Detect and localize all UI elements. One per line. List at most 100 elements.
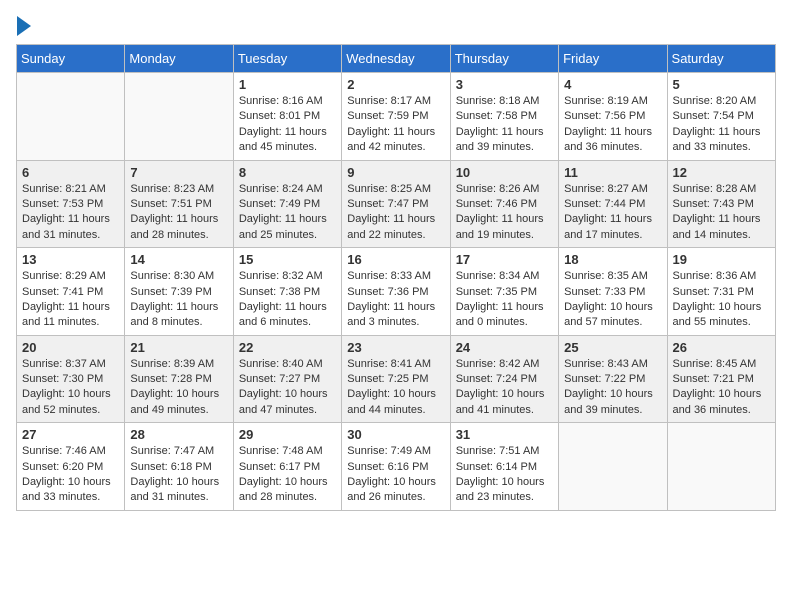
day-number: 24 — [456, 340, 553, 355]
calendar-cell: 31 Sunrise: 7:51 AM Sunset: 6:14 PM Dayli… — [450, 423, 558, 511]
calendar-cell: 27 Sunrise: 7:46 AM Sunset: 6:20 PM Dayli… — [17, 423, 125, 511]
day-info: Sunrise: 7:46 AM Sunset: 6:20 PM Dayligh… — [22, 444, 119, 506]
day-number: 13 — [22, 252, 119, 267]
day-number: 6 — [22, 165, 119, 180]
header — [16, 16, 776, 32]
calendar-cell: 1 Sunrise: 8:16 AM Sunset: 8:01 PM Daylig… — [233, 73, 341, 161]
calendar-cell: 15 Sunrise: 8:32 AM Sunset: 7:38 PM Dayli… — [233, 248, 341, 336]
day-number: 4 — [564, 77, 661, 92]
day-number: 20 — [22, 340, 119, 355]
day-info: Sunrise: 8:23 AM Sunset: 7:51 PM Dayligh… — [130, 182, 227, 244]
day-info: Sunrise: 8:25 AM Sunset: 7:47 PM Dayligh… — [347, 182, 444, 244]
calendar-cell: 7 Sunrise: 8:23 AM Sunset: 7:51 PM Daylig… — [125, 160, 233, 248]
day-number: 31 — [456, 427, 553, 442]
day-number: 15 — [239, 252, 336, 267]
day-number: 17 — [456, 252, 553, 267]
day-number: 22 — [239, 340, 336, 355]
day-info: Sunrise: 7:51 AM Sunset: 6:14 PM Dayligh… — [456, 444, 553, 506]
calendar-cell: 19 Sunrise: 8:36 AM Sunset: 7:31 PM Dayli… — [667, 248, 775, 336]
calendar-cell: 14 Sunrise: 8:30 AM Sunset: 7:39 PM Dayli… — [125, 248, 233, 336]
day-info: Sunrise: 8:21 AM Sunset: 7:53 PM Dayligh… — [22, 182, 119, 244]
day-info: Sunrise: 8:35 AM Sunset: 7:33 PM Dayligh… — [564, 269, 661, 331]
day-number: 27 — [22, 427, 119, 442]
day-info: Sunrise: 8:18 AM Sunset: 7:58 PM Dayligh… — [456, 94, 553, 156]
day-info: Sunrise: 8:32 AM Sunset: 7:38 PM Dayligh… — [239, 269, 336, 331]
calendar-cell: 18 Sunrise: 8:35 AM Sunset: 7:33 PM Dayli… — [559, 248, 667, 336]
day-info: Sunrise: 7:47 AM Sunset: 6:18 PM Dayligh… — [130, 444, 227, 506]
calendar-week-1: 1 Sunrise: 8:16 AM Sunset: 8:01 PM Daylig… — [17, 73, 776, 161]
calendar-cell: 21Sunrise: 8:39 AM Sunset: 7:28 PM Dayli… — [125, 335, 233, 423]
calendar-cell: 11Sunrise: 8:27 AM Sunset: 7:44 PM Dayli… — [559, 160, 667, 248]
day-number: 10 — [456, 165, 553, 180]
calendar-cell: 10 Sunrise: 8:26 AM Sunset: 7:46 PM Dayli… — [450, 160, 558, 248]
calendar-header-friday: Friday — [559, 45, 667, 73]
day-number: 3 — [456, 77, 553, 92]
day-info: Sunrise: 8:34 AM Sunset: 7:35 PM Dayligh… — [456, 269, 553, 331]
day-number: 1 — [239, 77, 336, 92]
day-info: Sunrise: 8:17 AM Sunset: 7:59 PM Dayligh… — [347, 94, 444, 156]
day-number: 7 — [130, 165, 227, 180]
calendar-week-5: 27 Sunrise: 7:46 AM Sunset: 6:20 PM Dayli… — [17, 423, 776, 511]
calendar-header-thursday: Thursday — [450, 45, 558, 73]
calendar-cell — [559, 423, 667, 511]
day-number: 26 — [673, 340, 770, 355]
day-number: 19 — [673, 252, 770, 267]
day-info: Sunrise: 8:29 AM Sunset: 7:41 PM Dayligh… — [22, 269, 119, 331]
day-number: 25 — [564, 340, 661, 355]
calendar-cell: 13 Sunrise: 8:29 AM Sunset: 7:41 PM Dayli… — [17, 248, 125, 336]
day-number: 28 — [130, 427, 227, 442]
calendar-header-wednesday: Wednesday — [342, 45, 450, 73]
day-number: 8 — [239, 165, 336, 180]
day-info: Sunrise: 8:43 AM Sunset: 7:22 PM Dayligh… — [564, 357, 661, 419]
day-info: Sunrise: 8:26 AM Sunset: 7:46 PM Dayligh… — [456, 182, 553, 244]
logo — [16, 16, 32, 32]
day-number: 14 — [130, 252, 227, 267]
calendar-cell: 20 Sunrise: 8:37 AM Sunset: 7:30 PM Dayli… — [17, 335, 125, 423]
day-info: Sunrise: 8:30 AM Sunset: 7:39 PM Dayligh… — [130, 269, 227, 331]
calendar-cell: 26 Sunrise: 8:45 AM Sunset: 7:21 PM Dayli… — [667, 335, 775, 423]
calendar-header-row: SundayMondayTuesdayWednesdayThursdayFrid… — [17, 45, 776, 73]
day-info: Sunrise: 8:28 AM Sunset: 7:43 PM Dayligh… — [673, 182, 770, 244]
day-info: Sunrise: 8:19 AM Sunset: 7:56 PM Dayligh… — [564, 94, 661, 156]
day-info: Sunrise: 8:40 AM Sunset: 7:27 PM Dayligh… — [239, 357, 336, 419]
day-info: Sunrise: 8:16 AM Sunset: 8:01 PM Dayligh… — [239, 94, 336, 156]
calendar-cell — [667, 423, 775, 511]
calendar-cell: 16 Sunrise: 8:33 AM Sunset: 7:36 PM Dayli… — [342, 248, 450, 336]
calendar-header-saturday: Saturday — [667, 45, 775, 73]
day-info: Sunrise: 8:27 AM Sunset: 7:44 PM Dayligh… — [564, 182, 661, 244]
calendar-cell: 4 Sunrise: 8:19 AM Sunset: 7:56 PM Daylig… — [559, 73, 667, 161]
day-number: 23 — [347, 340, 444, 355]
day-number: 2 — [347, 77, 444, 92]
calendar-header-monday: Monday — [125, 45, 233, 73]
calendar-body: 1 Sunrise: 8:16 AM Sunset: 8:01 PM Daylig… — [17, 73, 776, 511]
day-info: Sunrise: 8:39 AM Sunset: 7:28 PM Dayligh… — [130, 357, 227, 419]
day-number: 12 — [673, 165, 770, 180]
day-info: Sunrise: 8:45 AM Sunset: 7:21 PM Dayligh… — [673, 357, 770, 419]
calendar-cell: 9Sunrise: 8:25 AM Sunset: 7:47 PM Daylig… — [342, 160, 450, 248]
day-info: Sunrise: 8:33 AM Sunset: 7:36 PM Dayligh… — [347, 269, 444, 331]
day-info: Sunrise: 7:48 AM Sunset: 6:17 PM Dayligh… — [239, 444, 336, 506]
calendar-header-sunday: Sunday — [17, 45, 125, 73]
calendar-cell: 25 Sunrise: 8:43 AM Sunset: 7:22 PM Dayli… — [559, 335, 667, 423]
day-number: 18 — [564, 252, 661, 267]
calendar-cell — [17, 73, 125, 161]
day-info: Sunrise: 8:37 AM Sunset: 7:30 PM Dayligh… — [22, 357, 119, 419]
day-number: 16 — [347, 252, 444, 267]
day-info: Sunrise: 8:36 AM Sunset: 7:31 PM Dayligh… — [673, 269, 770, 331]
day-info: Sunrise: 7:49 AM Sunset: 6:16 PM Dayligh… — [347, 444, 444, 506]
calendar-cell: 8 Sunrise: 8:24 AM Sunset: 7:49 PM Daylig… — [233, 160, 341, 248]
calendar-cell: 29 Sunrise: 7:48 AM Sunset: 6:17 PM Dayli… — [233, 423, 341, 511]
day-info: Sunrise: 8:24 AM Sunset: 7:49 PM Dayligh… — [239, 182, 336, 244]
calendar-cell: 2 Sunrise: 8:17 AM Sunset: 7:59 PM Daylig… — [342, 73, 450, 161]
calendar-cell — [125, 73, 233, 161]
day-number: 29 — [239, 427, 336, 442]
day-info: Sunrise: 8:42 AM Sunset: 7:24 PM Dayligh… — [456, 357, 553, 419]
day-number: 5 — [673, 77, 770, 92]
calendar-cell: 6 Sunrise: 8:21 AM Sunset: 7:53 PM Daylig… — [17, 160, 125, 248]
day-number: 30 — [347, 427, 444, 442]
calendar-cell: 23Sunrise: 8:41 AM Sunset: 7:25 PM Dayli… — [342, 335, 450, 423]
calendar-header-tuesday: Tuesday — [233, 45, 341, 73]
calendar-cell: 24 Sunrise: 8:42 AM Sunset: 7:24 PM Dayli… — [450, 335, 558, 423]
calendar-cell: 3 Sunrise: 8:18 AM Sunset: 7:58 PM Daylig… — [450, 73, 558, 161]
calendar-cell: 17 Sunrise: 8:34 AM Sunset: 7:35 PM Dayli… — [450, 248, 558, 336]
